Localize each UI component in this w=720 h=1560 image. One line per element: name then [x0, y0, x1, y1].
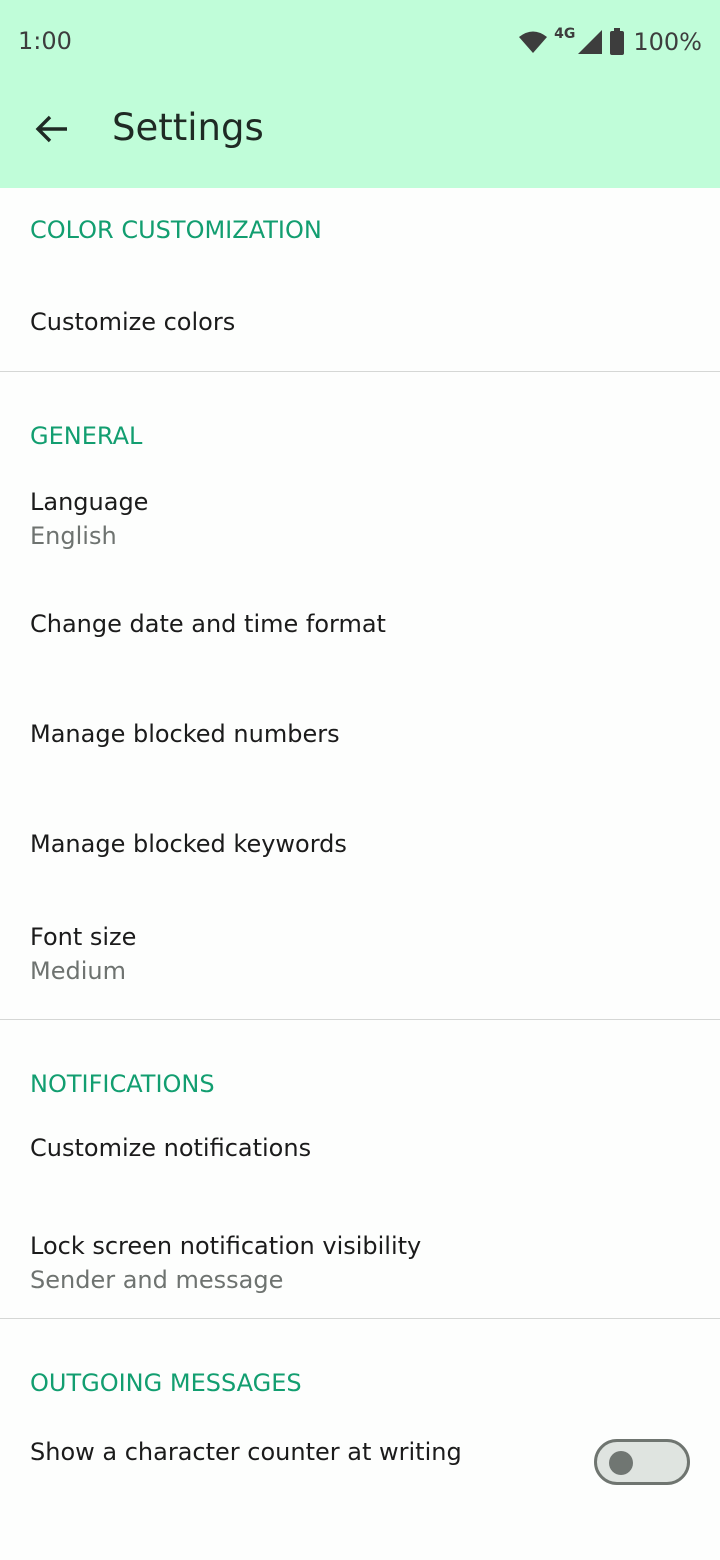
wifi-icon: [519, 31, 548, 53]
setting-blocked-numbers[interactable]: Manage blocked numbers: [0, 679, 720, 789]
setting-label: Change date and time format: [30, 610, 386, 638]
setting-label: Lock screen notification visibility: [30, 1232, 422, 1260]
setting-value: Medium: [30, 957, 126, 985]
settings-list: COLOR CUSTOMIZATION Customize colors GEN…: [0, 188, 720, 1485]
setting-customize-notifications[interactable]: Customize notifications: [0, 1123, 720, 1173]
setting-font-size[interactable]: Font size Medium: [0, 899, 720, 1009]
back-button[interactable]: [24, 101, 80, 157]
battery-percent: 100%: [633, 28, 702, 56]
battery-icon: [610, 28, 625, 55]
setting-label: Language: [30, 488, 149, 516]
switch-knob: [609, 1451, 633, 1475]
page-title: Settings: [112, 106, 264, 149]
setting-label: Font size: [30, 923, 137, 951]
setting-value: English: [30, 522, 117, 550]
setting-blocked-keywords[interactable]: Manage blocked keywords: [0, 789, 720, 899]
character-counter-switch[interactable]: [594, 1439, 690, 1485]
cell-signal-icon: [578, 30, 603, 54]
section-header-color-customization: COLOR CUSTOMIZATION: [30, 216, 322, 244]
setting-character-counter[interactable]: Show a character counter at writing: [0, 1427, 720, 1485]
status-icons: 4G 100%: [518, 24, 702, 60]
setting-lock-screen-visibility[interactable]: Lock screen notification visibility Send…: [0, 1198, 720, 1328]
arrow-left-icon: [35, 115, 67, 143]
setting-language[interactable]: Language English: [0, 469, 720, 569]
setting-customize-colors[interactable]: Customize colors: [0, 272, 720, 371]
setting-label: Customize notifications: [30, 1134, 312, 1162]
status-time: 1:00: [18, 27, 72, 55]
setting-label: Manage blocked keywords: [30, 830, 347, 858]
setting-date-time-format[interactable]: Change date and time format: [0, 569, 720, 679]
app-bar: 1:00 4G 100% Settings: [0, 0, 720, 188]
setting-label: Customize colors: [30, 307, 236, 336]
network-type-label: 4G: [554, 26, 576, 42]
setting-value: Sender and message: [30, 1266, 284, 1294]
setting-label: Manage blocked numbers: [30, 720, 340, 748]
